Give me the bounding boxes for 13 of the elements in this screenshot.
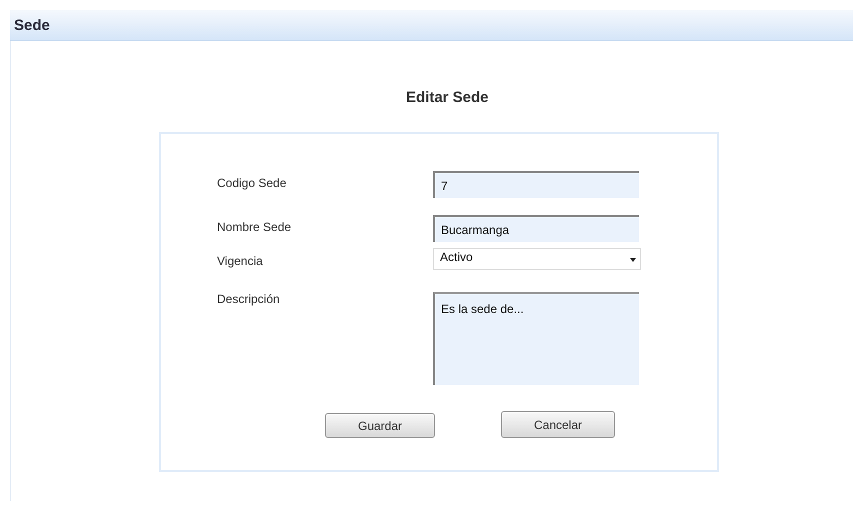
- field-label: Descripción: [217, 292, 281, 306]
- field-label: Codigo Sede: [217, 176, 288, 190]
- field-label: Vigencia: [217, 254, 264, 268]
- input-field[interactable]: Bucarmanga: [433, 214, 639, 242]
- caret-icon: [630, 258, 636, 262]
- save-button[interactable]: Guardar: [325, 413, 435, 438]
- form-title: Editar Sede: [406, 89, 489, 106]
- input-field[interactable]: 7: [433, 170, 639, 198]
- dropdown[interactable]: Activo: [433, 248, 641, 270]
- cancel-button[interactable]: Cancelar: [501, 411, 615, 438]
- field-label: Nombre Sede: [217, 220, 292, 234]
- text-area[interactable]: Es la sede de...: [433, 292, 639, 385]
- page-title: Sede: [14, 16, 50, 34]
